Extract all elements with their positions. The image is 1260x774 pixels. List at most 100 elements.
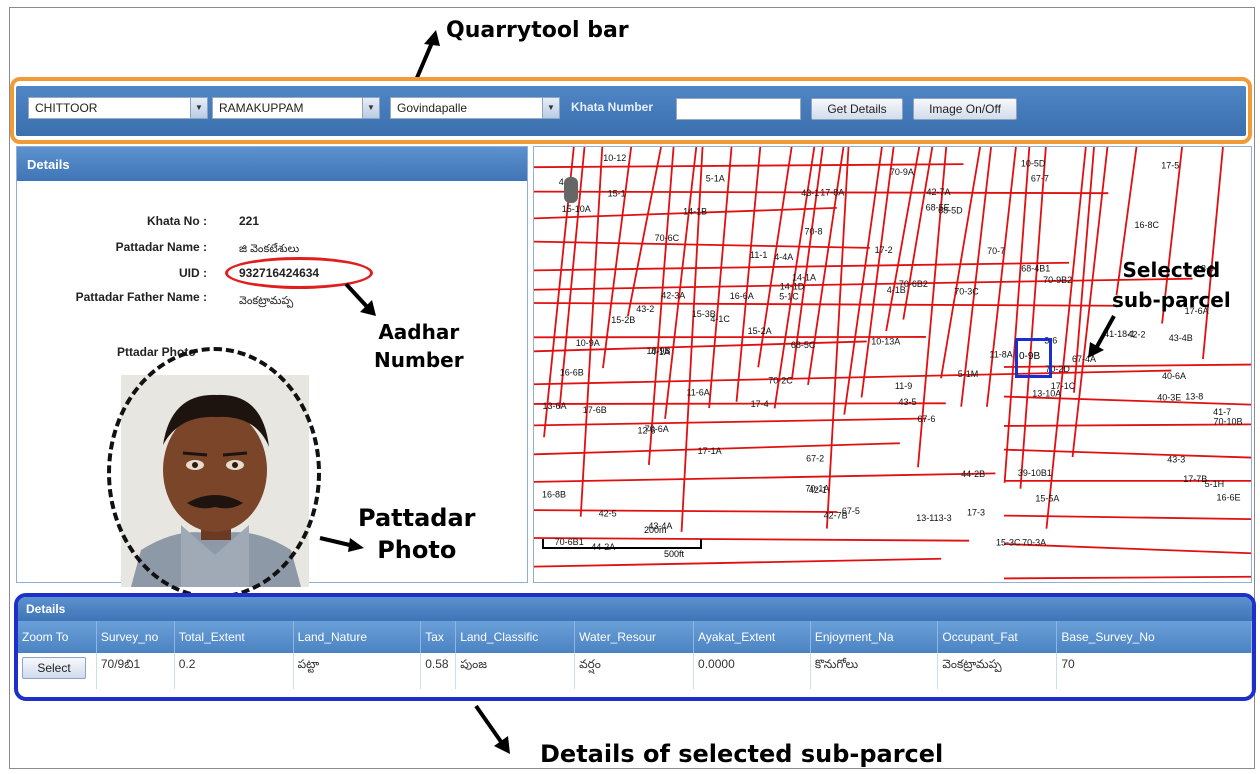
parcel-label: 15-3B: [692, 309, 716, 319]
parcel-label: 14-1A: [792, 273, 816, 283]
column-header-total-extent[interactable]: Total_Extent: [174, 621, 294, 653]
parcel-label: 16-6B: [560, 368, 584, 378]
parcel-label: 5-1C: [779, 292, 799, 302]
parcel-label: 68-5E: [926, 203, 950, 213]
cell-water: వర్షం: [574, 653, 695, 689]
parcel-label: 5-1H: [1205, 479, 1225, 489]
parcel-label: 17-6B: [583, 405, 607, 415]
table-row: Select 70/9బి1 0.2 పట్టా 0.58 పుంజ వర్షం…: [18, 653, 1252, 689]
parcel-label: 17-8A: [820, 187, 844, 197]
parcel-label: 11-9: [895, 381, 912, 391]
annotation-aadhar: Aadhar Number: [374, 320, 464, 372]
parcel-label: 67-7: [1031, 174, 1049, 184]
subparcel-details-table: Zoom To Survey_no Total_Extent Land_Nature T…: [18, 621, 1252, 689]
parcel-label: 13-8: [1185, 391, 1203, 401]
parcel-label: 70-9A: [890, 167, 914, 177]
parcel-label: 44-2B: [961, 469, 985, 479]
arrow-annotation-details: [474, 704, 510, 754]
cadastral-map[interactable]: 39-10B1 40-6A 41-7 41-18-1 44-2A 67-6 67-2 67-4…: [533, 146, 1252, 583]
column-header-survey-no[interactable]: Survey_no: [96, 621, 175, 653]
column-header-land-nature[interactable]: Land_Nature: [293, 621, 422, 653]
chevron-down-icon[interactable]: ▼: [190, 97, 208, 119]
select-button[interactable]: Select: [22, 657, 86, 679]
parcel-label: 70-7: [987, 246, 1005, 256]
parcel-label: 70-8: [805, 227, 823, 237]
parcel-label: 42-3A: [661, 291, 685, 301]
cell-land-class: పుంజ: [455, 653, 576, 689]
annotation-selected-subparcel: Selected sub-parcel: [1112, 258, 1231, 312]
parcel-label: 43-2: [636, 304, 654, 314]
annotation-pattadar-photo: Pattadar Photo: [358, 504, 476, 564]
parcel-label: 70-6C: [655, 233, 680, 243]
selected-parcel-box[interactable]: 0-9B: [1015, 338, 1052, 378]
details-panel-header: Details: [17, 147, 527, 181]
khata-number-input[interactable]: [676, 98, 801, 120]
parcel-label: 42-7B: [824, 511, 848, 521]
parcel-label: 40-6A: [1162, 371, 1186, 381]
parcel-label: 10-12: [603, 153, 626, 163]
parcel-label: 16-8B: [542, 490, 566, 500]
cell-occupant-father: వెంకట్రామప్ప: [937, 653, 1058, 689]
parcel-label: 17-4: [751, 399, 769, 409]
parcel-label: 11-1: [750, 250, 767, 260]
parcel-label: 5-1A: [706, 173, 725, 183]
selected-parcel-label: 0-9B: [1019, 351, 1041, 362]
annotation-details-selected: Details of selected sub-parcel: [540, 740, 944, 768]
cell-survey-no: 70/9బి1: [96, 653, 175, 689]
column-header-land-classific[interactable]: Land_Classific: [455, 621, 576, 653]
cell-tax: 0.58: [420, 653, 457, 689]
cell-base-survey: 70: [1056, 653, 1252, 689]
parcel-label: 16-8C: [1135, 220, 1160, 230]
column-header-ayakat-extent[interactable]: Ayakat_Extent: [693, 621, 811, 653]
parcel-label: 17-1C: [1051, 381, 1076, 391]
parcel-label: 16-6A: [730, 291, 754, 301]
parcel-label: 12-6: [637, 426, 655, 436]
map-scale-bar: 200m 500ft: [542, 525, 702, 559]
parcel-label: 13-6A: [543, 401, 567, 411]
column-header-base-survey-no[interactable]: Base_Survey_No: [1056, 621, 1252, 653]
pan-zoom-control[interactable]: [564, 177, 578, 203]
parcel-label: 17-1A: [698, 446, 722, 456]
parcel-label: 42-7A: [927, 187, 951, 197]
district-value: CHITTOOR: [35, 101, 98, 115]
details-grid-header: Details: [18, 597, 1252, 621]
parcel-label: 4-4A: [774, 252, 793, 262]
chevron-down-icon[interactable]: ▼: [542, 97, 560, 119]
parcel-label: 14-1B: [683, 207, 707, 217]
parcel-label: 43-5: [898, 397, 916, 407]
zoom-cell: Select: [18, 653, 97, 689]
column-header-water-resour[interactable]: Water_Resour: [574, 621, 695, 653]
parcel-label: 43-4B: [1169, 333, 1193, 343]
parcel-label: 17-3: [967, 508, 985, 518]
village-value: Govindapalle: [397, 101, 468, 115]
column-header-enjoyment-na[interactable]: Enjoyment_Na: [810, 621, 939, 653]
pattadar-name-value: జి వెంకటేశులు: [239, 243, 300, 255]
district-select[interactable]: CHITTOOR ▼: [28, 97, 208, 119]
cell-total-extent: 0.2: [174, 653, 294, 689]
parcel-map-canvas[interactable]: 39-10B140-6A41-741-18-144-2A67-667-267-4…: [534, 147, 1252, 583]
annotation-toolbar-title: Quarrytool bar: [446, 18, 629, 43]
arrow-annotation-subparcel: [1088, 315, 1116, 358]
cell-ayakat: 0.0000: [693, 653, 811, 689]
parcel-label: 67-6: [917, 414, 935, 424]
parcel-label: 10-9B: [646, 346, 670, 356]
mandal-value: RAMAKUPPAM: [219, 101, 304, 115]
mandal-select[interactable]: RAMAKUPPAM ▼: [212, 97, 380, 119]
image-toggle-button[interactable]: Image On/Off: [913, 98, 1017, 120]
village-select[interactable]: Govindapalle ▼: [390, 97, 560, 119]
parcel-label: 4-1B: [887, 285, 906, 295]
column-header-zoom to[interactable]: Zoom To: [18, 621, 97, 653]
parcel-label: 39-10B1: [1018, 468, 1052, 478]
get-details-button[interactable]: Get Details: [811, 98, 903, 120]
parcel-label: 42-5: [599, 508, 617, 518]
photo-highlight-ellipse: [107, 347, 321, 599]
arrow-annotation-aadhar: [344, 282, 376, 316]
parcel-label: 70-2C: [768, 376, 793, 386]
pattadar-name-label: Pattadar Name :: [115, 240, 207, 254]
parcel-label: 70-1A: [805, 483, 829, 493]
parcel-label: 17-5: [1161, 161, 1179, 171]
parcel-label: 15-1: [608, 188, 626, 198]
chevron-down-icon[interactable]: ▼: [362, 97, 380, 119]
column-header-occupant-fat[interactable]: Occupant_Fat: [937, 621, 1058, 653]
column-header-tax[interactable]: Tax: [420, 621, 457, 653]
